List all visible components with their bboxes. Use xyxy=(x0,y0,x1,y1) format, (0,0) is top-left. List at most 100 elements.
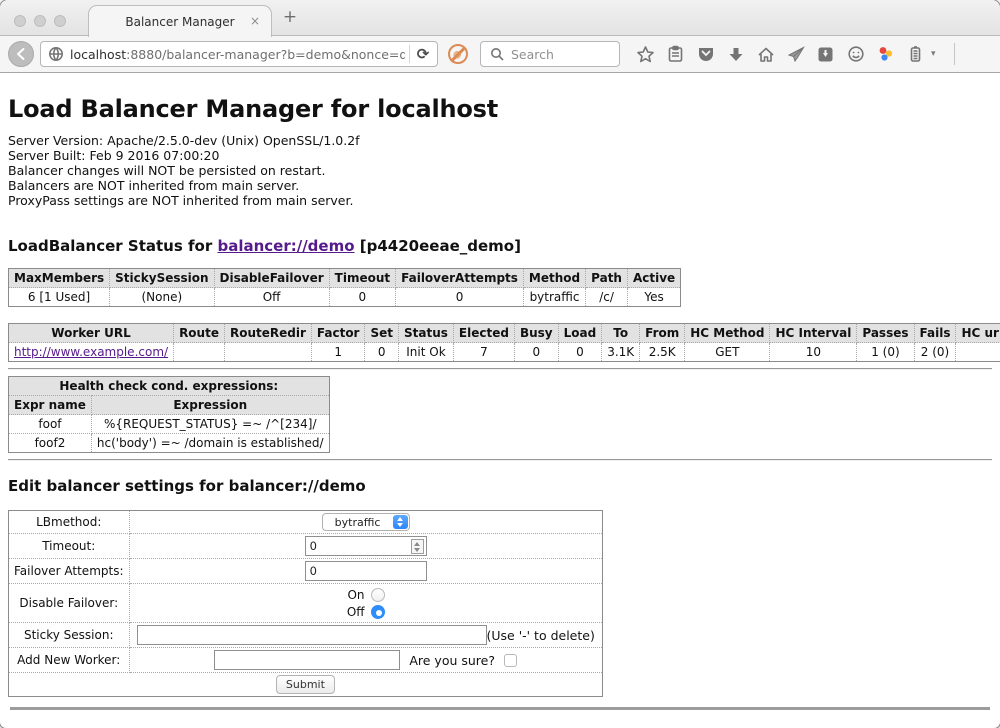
server-version-line: Server Version: Apache/2.5.0-dev (Unix) … xyxy=(8,133,992,148)
table-header-row: MaxMembers StickySession DisableFailover… xyxy=(9,269,681,288)
form-row-lbmethod: LBmethod: bytraffic xyxy=(9,511,603,534)
form-row-failover-attempts: Failover Attempts: xyxy=(9,559,603,584)
failover-attempts-input[interactable] xyxy=(305,561,427,581)
urlbar-divider xyxy=(409,45,410,63)
status-heading-prefix: LoadBalancer Status for xyxy=(8,237,217,255)
browser-tab[interactable]: Balancer Manager × xyxy=(88,5,272,37)
reading-list-icon[interactable] xyxy=(666,45,685,64)
traffic-lights xyxy=(14,15,66,27)
disable-failover-radios: On Off xyxy=(347,586,385,620)
toolbar-divider xyxy=(954,43,955,65)
toolbar-icons: ▾ xyxy=(636,43,1000,65)
select-stepper-icon xyxy=(393,515,408,529)
radio-off-label: Off xyxy=(347,605,365,619)
timeout-label: Timeout: xyxy=(9,534,130,559)
form-row-disable-failover: Disable Failover: On Off xyxy=(9,584,603,623)
tab-close-icon[interactable]: × xyxy=(250,14,260,28)
dropdown-caret-icon[interactable]: ▾ xyxy=(931,49,936,59)
balancer-status-table: MaxMembers StickySession DisableFailover… xyxy=(8,268,681,307)
sticky-session-note: (Use '-' to delete) xyxy=(487,628,595,643)
add-worker-label: Add New Worker: xyxy=(9,648,130,673)
server-info: Server Version: Apache/2.5.0-dev (Unix) … xyxy=(8,133,992,208)
url-text: localhost:8880/balancer-manager?b=demo&n… xyxy=(70,47,405,62)
navigation-toolbar: localhost:8880/balancer-manager?b=demo&n… xyxy=(0,36,1000,73)
balancer-link[interactable]: balancer://demo xyxy=(217,237,354,255)
page-title: Load Balancer Manager for localhost xyxy=(8,95,992,123)
reload-icon[interactable]: ⟳ xyxy=(414,45,432,63)
colored-dots-icon[interactable] xyxy=(876,45,895,64)
table-header-row: Worker URL Route RouteRedir Factor Set S… xyxy=(9,324,1000,343)
globe-icon xyxy=(46,45,65,64)
home-icon[interactable] xyxy=(756,45,775,64)
col-disablefailover: DisableFailover xyxy=(214,269,329,288)
status-heading-suffix: [p4420eeae_demo] xyxy=(355,237,521,255)
sticky-session-input[interactable] xyxy=(137,625,487,645)
back-button[interactable] xyxy=(8,41,34,67)
server-built-line: Server Built: Feb 9 2016 07:00:20 xyxy=(8,148,992,163)
lbmethod-label: LBmethod: xyxy=(9,511,130,534)
col-expr-name: Expr name xyxy=(9,396,92,415)
tab-title: Balancer Manager xyxy=(125,15,234,29)
add-worker-input[interactable] xyxy=(214,650,400,670)
block-icon[interactable] xyxy=(448,44,468,64)
search-input[interactable] xyxy=(511,47,613,62)
save-box-icon[interactable] xyxy=(816,45,835,64)
zoom-window-button[interactable] xyxy=(54,15,66,27)
send-icon[interactable] xyxy=(786,45,805,64)
persist-notice-line: Balancer changes will NOT be persisted o… xyxy=(8,163,992,178)
worker-url-link[interactable]: http://www.example.com/ xyxy=(14,345,168,359)
number-spinner-icon[interactable] xyxy=(411,539,424,554)
failover-attempts-label: Failover Attempts: xyxy=(9,559,130,584)
downloads-icon[interactable] xyxy=(726,45,745,64)
are-you-sure-checkbox[interactable] xyxy=(504,654,517,667)
radio-off[interactable] xyxy=(371,605,385,619)
lbmethod-selected-value: bytraffic xyxy=(335,516,381,529)
are-you-sure-label: Are you sure? xyxy=(409,653,495,668)
bottom-divider xyxy=(10,707,990,710)
table-row: foof2 hc('body') =~ /domain is establish… xyxy=(9,434,330,453)
bookmark-star-icon[interactable] xyxy=(636,45,655,64)
status-heading: LoadBalancer Status for balancer://demo … xyxy=(8,237,992,255)
browser-window: Balancer Manager × + localhost:8880/bala… xyxy=(0,0,1000,728)
pocket-icon[interactable] xyxy=(696,45,715,64)
table-row: http://www.example.com/ 1 0 Init Ok 7 0 … xyxy=(9,343,1000,362)
col-stickysession: StickySession xyxy=(110,269,214,288)
radio-on-label: On xyxy=(347,588,364,602)
radio-on[interactable] xyxy=(371,588,385,602)
health-table-title: Health check cond. expressions: xyxy=(9,377,330,396)
close-window-button[interactable] xyxy=(14,15,26,27)
worker-status-table: Worker URL Route RouteRedir Factor Set S… xyxy=(8,323,1000,362)
search-icon xyxy=(487,45,506,64)
chat-smiley-icon[interactable] xyxy=(846,45,865,64)
form-row-timeout: Timeout: xyxy=(9,534,603,559)
divider xyxy=(8,459,992,461)
col-maxmembers: MaxMembers xyxy=(9,269,110,288)
search-bar[interactable] xyxy=(480,41,620,67)
table-title-row: Health check cond. expressions: xyxy=(9,377,330,396)
battery-icon[interactable] xyxy=(906,45,925,64)
form-row-submit: Submit xyxy=(9,673,603,697)
sticky-session-label: Sticky Session: xyxy=(9,623,130,648)
edit-settings-heading: Edit balancer settings for balancer://de… xyxy=(8,477,992,495)
disable-failover-label: Disable Failover: xyxy=(9,584,130,623)
menu-icon[interactable] xyxy=(973,45,991,64)
tab-bar: Balancer Manager × + xyxy=(0,0,1000,36)
col-worker-url: Worker URL xyxy=(9,324,174,343)
minimize-window-button[interactable] xyxy=(34,15,46,27)
url-bar[interactable]: localhost:8880/balancer-manager?b=demo&n… xyxy=(40,41,438,67)
timeout-input[interactable] xyxy=(305,536,427,556)
divider xyxy=(8,368,992,370)
col-timeout: Timeout xyxy=(329,269,395,288)
edit-balancer-form: LBmethod: bytraffic Timeout: xyxy=(8,510,603,697)
new-tab-button[interactable]: + xyxy=(280,7,300,27)
submit-button[interactable]: Submit xyxy=(276,675,335,694)
table-header-row: Expr name Expression xyxy=(9,396,330,415)
col-path: Path xyxy=(586,269,628,288)
form-row-add-worker: Add New Worker: Are you sure? xyxy=(9,648,603,673)
inherit-notice-line: Balancers are NOT inherited from main se… xyxy=(8,178,992,193)
col-expression: Expression xyxy=(91,396,329,415)
lbmethod-select[interactable]: bytraffic xyxy=(322,513,410,531)
col-failoverattempts: FailoverAttempts xyxy=(396,269,524,288)
table-row: foof %{REQUEST_STATUS} =~ /^[234]/ xyxy=(9,415,330,434)
page-content: Load Balancer Manager for localhost Serv… xyxy=(0,95,1000,710)
